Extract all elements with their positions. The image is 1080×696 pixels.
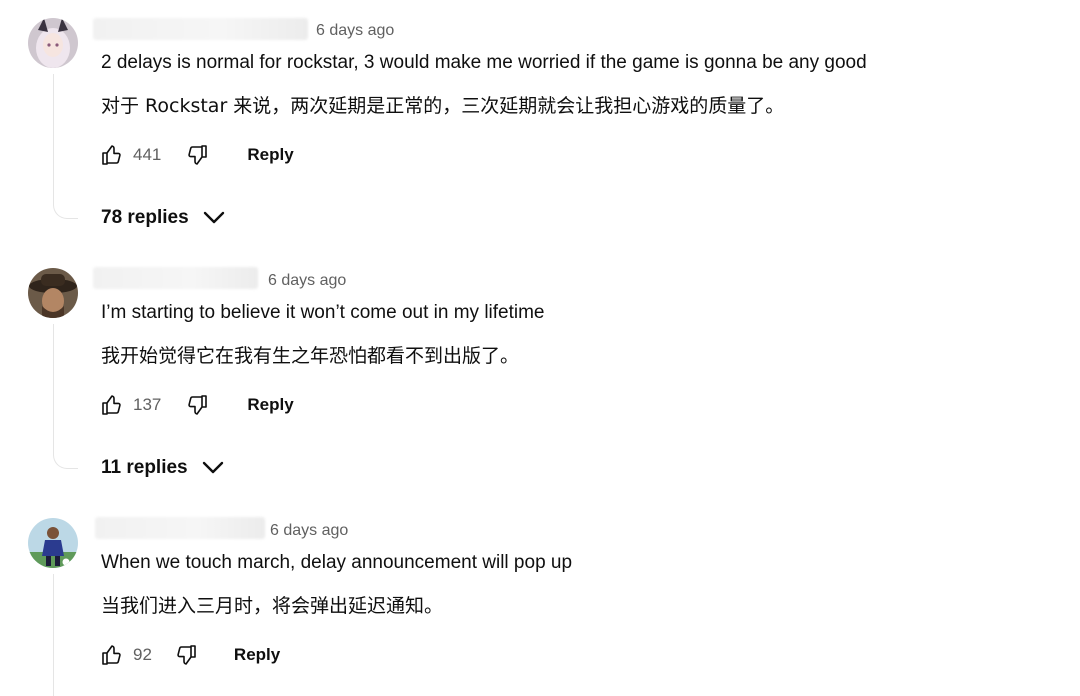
thumbs-up-icon: [102, 645, 121, 665]
replies-count-label: 78 replies: [101, 207, 189, 228]
reply-button[interactable]: Reply: [247, 395, 293, 415]
like-count: 92: [133, 645, 152, 664]
author-name-redacted[interactable]: [93, 267, 258, 289]
like-button[interactable]: [100, 393, 124, 417]
avatar[interactable]: [28, 518, 78, 568]
anime-girl-avatar: [28, 18, 78, 68]
comment-text: When we touch march, delay announcement …: [101, 552, 573, 573]
thread-line: [53, 324, 78, 469]
comment-actions: 441 Reply: [100, 140, 294, 170]
cowboy-avatar: [28, 268, 78, 318]
replies-toggle[interactable]: 78 replies: [101, 207, 225, 229]
like-button[interactable]: [100, 143, 124, 167]
thumbs-down-icon: [188, 395, 208, 415]
like-count: 137: [133, 395, 162, 414]
comment-translation: 对于 Rockstar 来说，两次延期是正常的，三次延期就会让我担心游戏的质量了…: [101, 95, 785, 117]
thread-line: [53, 74, 78, 219]
thumbs-down-icon: [188, 145, 208, 165]
replies-count-label: 11 replies: [101, 457, 188, 478]
dislike-button[interactable]: [185, 393, 209, 417]
reply-button[interactable]: Reply: [247, 145, 293, 165]
dislike-button[interactable]: [185, 143, 209, 167]
comment-timestamp[interactable]: 6 days ago: [270, 522, 348, 540]
avatar[interactable]: [28, 268, 78, 318]
chevron-down-icon: [202, 461, 224, 475]
dislike-button[interactable]: [174, 643, 198, 667]
comment-timestamp[interactable]: 6 days ago: [268, 272, 346, 290]
comment-actions: 137 Reply: [100, 390, 294, 420]
avatar[interactable]: [28, 18, 78, 68]
comment-actions: 92 Reply: [100, 640, 280, 670]
author-name-redacted[interactable]: [95, 517, 265, 539]
comment-translation: 当我们进入三月时，将会弹出延迟通知。: [101, 595, 444, 617]
like-count: 441: [133, 145, 162, 164]
chevron-down-icon: [203, 211, 225, 225]
thumbs-up-icon: [102, 395, 121, 415]
thread-line: [53, 574, 78, 696]
comment-translation: 我开始觉得它在我有生之年恐怕都看不到出版了。: [101, 345, 520, 367]
like-button[interactable]: [100, 643, 124, 667]
comment-text: 2 delays is normal for rockstar, 3 would…: [101, 52, 867, 73]
thumbs-down-icon: [177, 645, 196, 665]
replies-toggle[interactable]: 11 replies: [101, 457, 224, 479]
comment-timestamp[interactable]: 6 days ago: [316, 22, 394, 40]
soccer-player-avatar: [28, 518, 78, 568]
thumbs-up-icon: [102, 145, 121, 165]
reply-button[interactable]: Reply: [234, 645, 280, 665]
comment-text: I’m starting to believe it won’t come ou…: [101, 302, 545, 323]
author-name-redacted[interactable]: [93, 18, 308, 40]
